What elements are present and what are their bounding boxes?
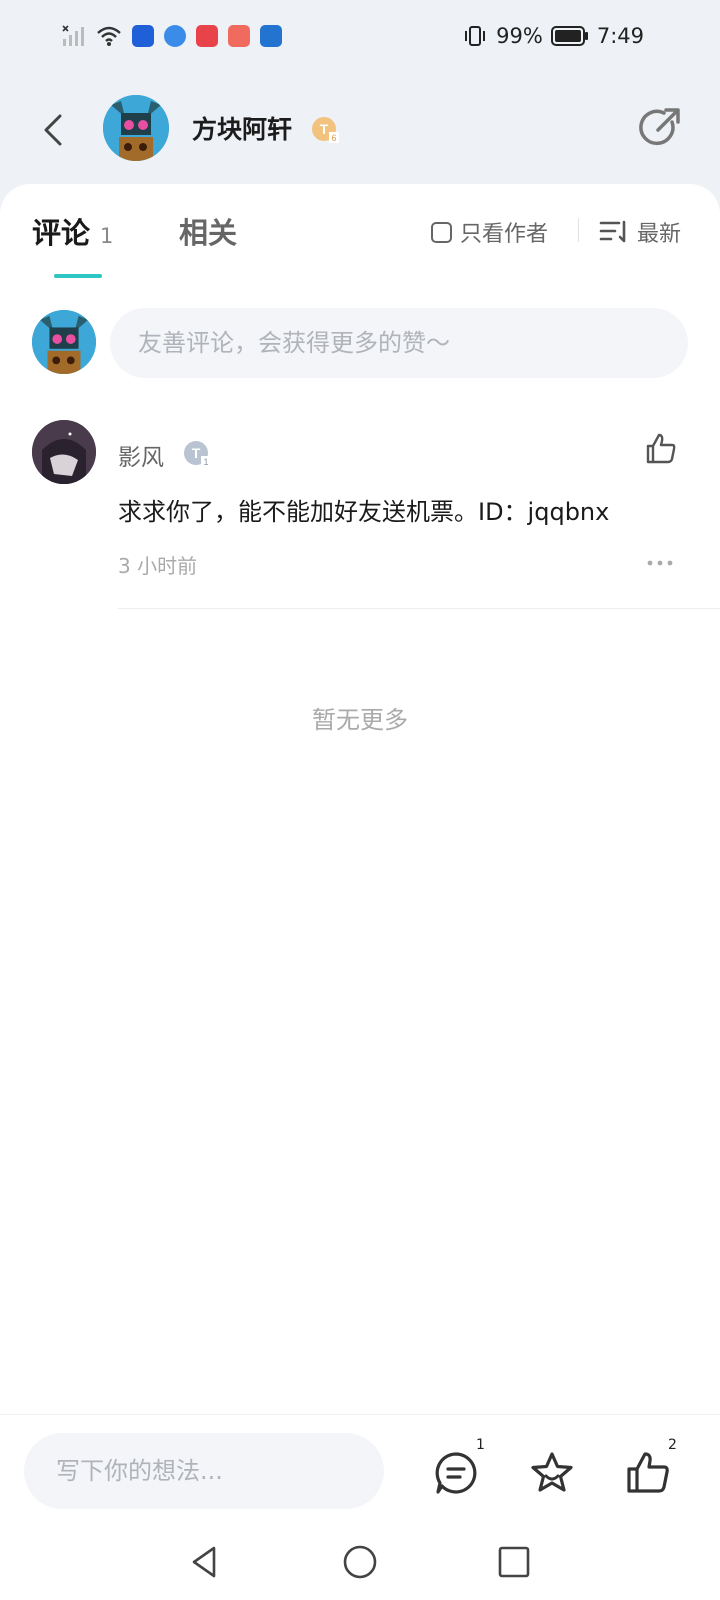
- tab-bar: 评论 1 相关 只看作者 最新: [0, 184, 720, 284]
- comment-compose-row: [0, 308, 720, 380]
- post-header: 方块阿轩 T 6: [0, 80, 720, 180]
- bottom-action-bar: 1 2: [0, 1414, 720, 1530]
- tab-divider: [578, 218, 579, 242]
- app-icon-book: [196, 25, 218, 47]
- sort-label: 最新: [637, 222, 682, 247]
- star-icon: [531, 1452, 573, 1492]
- my-avatar: [32, 310, 96, 374]
- clock: 7:49: [596, 24, 644, 48]
- comment-input[interactable]: [110, 308, 688, 378]
- tab-related[interactable]: 相关: [179, 210, 237, 252]
- svg-text:6: 6: [331, 133, 336, 143]
- comment-divider: [118, 608, 720, 609]
- no-more-label: 暂无更多: [312, 706, 408, 734]
- commenter-name[interactable]: 影风: [118, 438, 164, 472]
- author-avatar[interactable]: [103, 95, 169, 161]
- tab-comments-label: 评论: [32, 216, 91, 250]
- status-left: [62, 25, 282, 47]
- nav-recent-button[interactable]: [494, 1542, 534, 1582]
- tab-comments[interactable]: 评论 1: [32, 210, 113, 252]
- comment-bubble-icon: [435, 1452, 477, 1494]
- comment-item: 影风 T 1 求求你了，能不能加好友送机票。ID：jqqbnx 3 小时前: [0, 420, 720, 610]
- nav-back-button[interactable]: [186, 1542, 226, 1582]
- vibrate-icon: [462, 25, 488, 47]
- comment-text: 求求你了，能不能加好友送机票。ID：jqqbnx: [118, 498, 610, 526]
- app-icon-bulb: [132, 25, 154, 47]
- like-button[interactable]: [624, 1449, 672, 1497]
- svg-text:T: T: [320, 121, 329, 137]
- thumbs-up-icon: [627, 1452, 669, 1493]
- comment-button[interactable]: [432, 1449, 480, 1497]
- silver-level-badge: T 1: [183, 439, 213, 469]
- author-only-label: 只看作者: [460, 222, 549, 247]
- share-button[interactable]: [636, 104, 684, 152]
- commenter-avatar[interactable]: [32, 420, 96, 484]
- share-icon: [639, 108, 680, 146]
- comment-like-button[interactable]: [644, 432, 678, 466]
- app-icon-compass: [164, 25, 186, 47]
- svg-text:T: T: [192, 445, 201, 461]
- comment-time: 3 小时前: [118, 554, 198, 578]
- battery-percent: 99%: [496, 24, 543, 48]
- circle-home-icon: [343, 1545, 377, 1579]
- signal-icon: [62, 25, 86, 47]
- svg-text:1: 1: [203, 457, 208, 467]
- comment-count: 1: [476, 1437, 485, 1453]
- comment-more-button[interactable]: [646, 554, 674, 566]
- square-recent-icon: [498, 1546, 530, 1578]
- write-thought-input[interactable]: [24, 1433, 384, 1509]
- tab-comments-count: 1: [100, 224, 114, 248]
- back-button[interactable]: [36, 104, 72, 156]
- system-nav-bar: [0, 1530, 720, 1600]
- author-name[interactable]: 方块阿轩: [192, 110, 292, 146]
- app-icon-weather: [260, 25, 282, 47]
- status-right: 99% 7:49: [462, 24, 644, 48]
- status-bar: 99% 7:49: [0, 0, 720, 72]
- more-dots-icon: [647, 560, 673, 566]
- triangle-back-icon: [192, 1546, 216, 1578]
- checkbox-icon: [431, 221, 452, 243]
- gold-level-badge: T 6: [311, 115, 341, 145]
- chevron-left-icon: [44, 114, 62, 146]
- author-only-toggle[interactable]: 只看作者: [431, 216, 548, 248]
- tab-active-indicator: [54, 274, 102, 278]
- thumbs-up-icon: [646, 433, 676, 464]
- like-count: 2: [668, 1437, 677, 1453]
- sort-icon: [599, 220, 626, 243]
- wifi-icon: [96, 25, 122, 47]
- app-icon-shop: [228, 25, 250, 47]
- comments-card: 评论 1 相关 只看作者 最新 友善评论，会获得更多的赞～ 影风 T 1 求求你…: [0, 184, 720, 1414]
- nav-home-button[interactable]: [340, 1542, 380, 1582]
- favorite-button[interactable]: [528, 1449, 576, 1497]
- sort-button[interactable]: 最新: [599, 216, 681, 248]
- battery-icon: [550, 25, 589, 47]
